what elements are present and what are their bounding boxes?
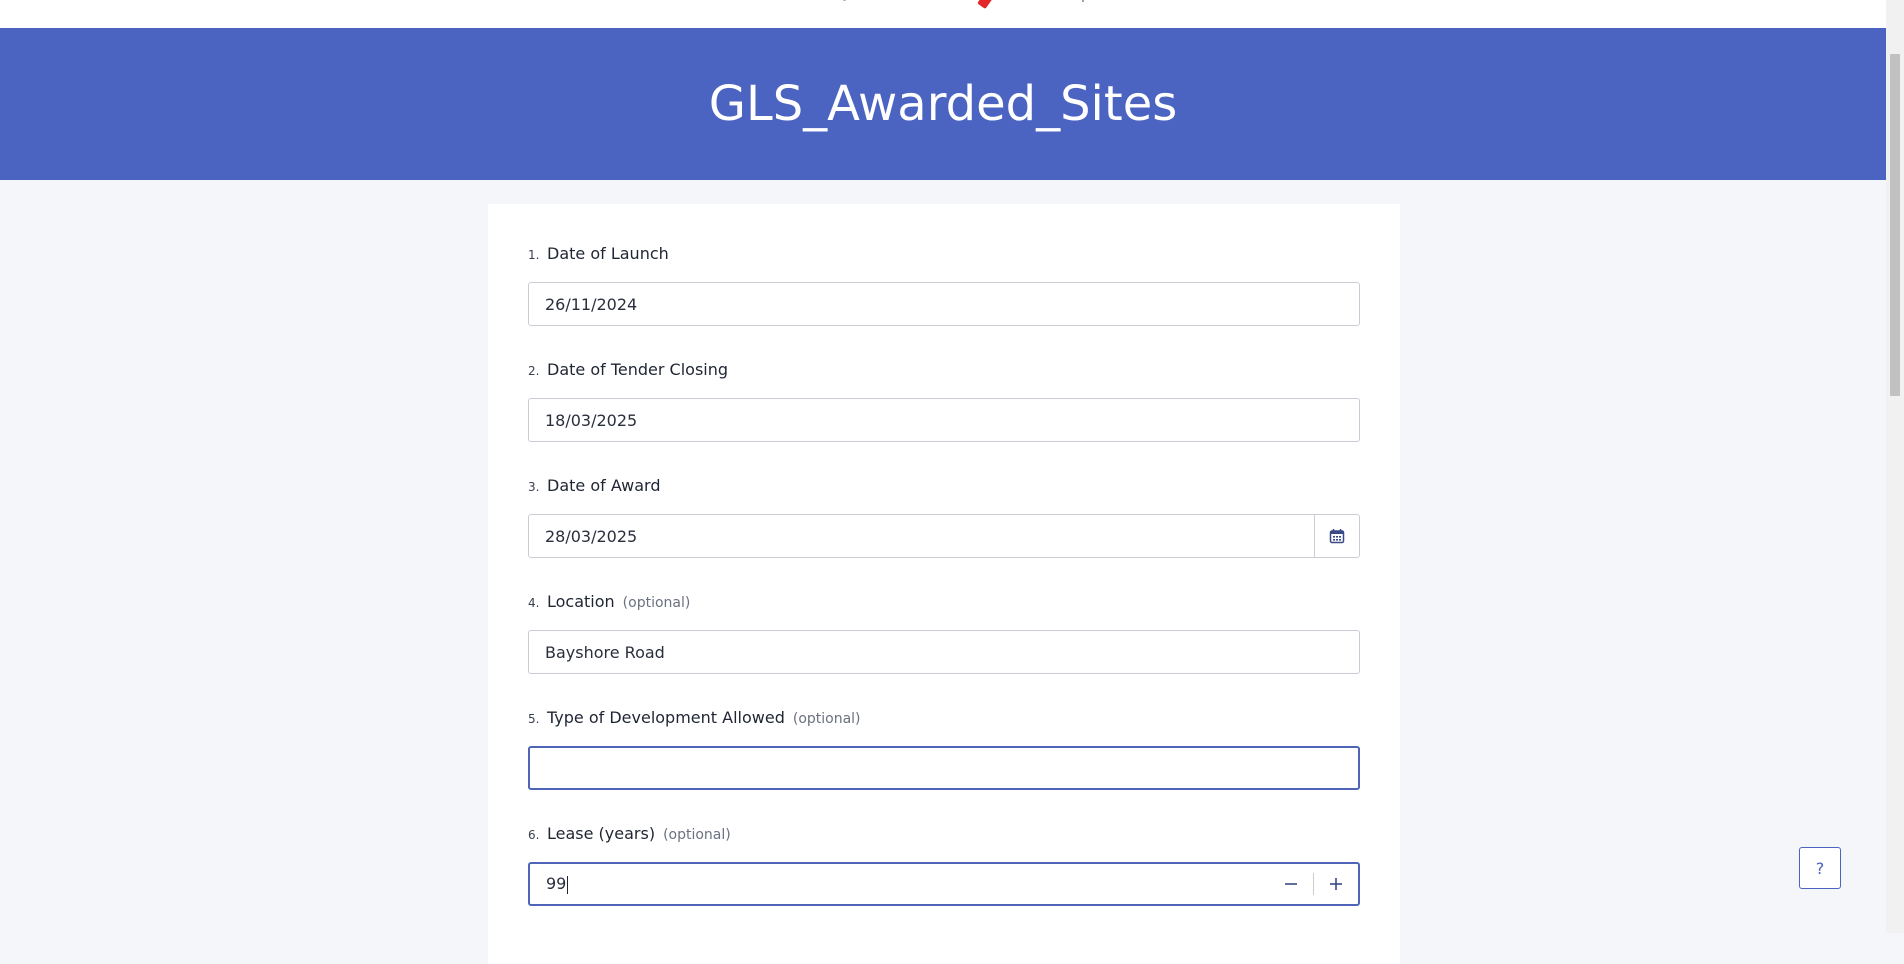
question-location: 4. Location (optional) Bayshore Road — [528, 592, 1360, 674]
question-title: Date of Award — [547, 476, 661, 495]
optional-tag: (optional) — [792, 711, 861, 727]
question-number: 1. — [528, 248, 540, 262]
question-title: Lease (years) — [547, 824, 656, 843]
question-number: 4. — [528, 596, 540, 610]
form-header: GLS_Awarded_Sites — [0, 28, 1886, 180]
date-of-launch-input[interactable]: 26/11/2024 — [528, 282, 1360, 326]
location-input[interactable]: Bayshore Road — [528, 630, 1360, 674]
question-title: Date of Launch — [547, 244, 669, 263]
field-value: Bayshore Road — [545, 642, 665, 662]
type-of-development-input[interactable] — [528, 746, 1360, 790]
date-of-award-input[interactable]: 28/03/2025 — [528, 514, 1360, 558]
top-brand-bar — [0, 0, 1886, 28]
field-value: 28/03/2025 — [545, 526, 638, 546]
field-value-text: 99 — [546, 874, 567, 894]
form-title: GLS_Awarded_Sites — [708, 76, 1178, 132]
question-title: Date of Tender Closing — [547, 360, 729, 379]
question-label: 4. Location (optional) — [528, 592, 1360, 614]
page-scrollbar[interactable] — [1886, 0, 1904, 933]
question-title: Location — [547, 592, 615, 611]
lease-years-input[interactable]: 99 — [528, 862, 1360, 906]
increment-button[interactable] — [1314, 864, 1358, 904]
help-label: ? — [1815, 858, 1825, 878]
question-type-of-development: 5. Type of Development Allowed (optional… — [528, 708, 1360, 790]
date-of-tender-closing-input[interactable]: 18/03/2025 — [528, 398, 1360, 442]
question-label: 3. Date of Award — [528, 476, 1360, 498]
quantity-stepper — [1269, 864, 1358, 904]
calendar-button[interactable] — [1314, 515, 1359, 557]
question-title: Type of Development Allowed — [547, 708, 785, 727]
field-value: 99 — [530, 874, 1269, 894]
help-button[interactable]: ? — [1799, 847, 1841, 889]
question-lease-years: 6. Lease (years) (optional) 99 — [528, 824, 1360, 906]
question-number: 5. — [528, 712, 540, 726]
question-date-of-launch: 1. Date of Launch 26/11/2024 — [528, 244, 1360, 326]
question-date-of-award: 3. Date of Award 28/03/2025 — [528, 476, 1360, 558]
question-number: 3. — [528, 480, 540, 494]
decrement-button[interactable] — [1269, 864, 1313, 904]
question-label: 6. Lease (years) (optional) — [528, 824, 1360, 846]
form-card: 1. Date of Launch 26/11/2024 2. Date of … — [488, 204, 1400, 964]
optional-tag: (optional) — [622, 595, 691, 611]
question-number: 6. — [528, 828, 540, 842]
calendar-icon — [1329, 529, 1345, 544]
optional-tag: (optional) — [663, 827, 731, 843]
field-value: 26/11/2024 — [545, 294, 638, 314]
scrollbar-thumb[interactable] — [1890, 54, 1900, 396]
question-label: 2. Date of Tender Closing — [528, 360, 1360, 382]
plus-icon — [1330, 878, 1342, 890]
question-number: 2. — [528, 364, 540, 378]
field-value: 18/03/2025 — [545, 410, 638, 430]
question-label: 5. Type of Development Allowed (optional… — [528, 708, 1360, 730]
logo-fragment — [1082, 0, 1084, 2]
logo-icon — [977, 0, 997, 10]
question-date-of-tender-closing: 2. Date of Tender Closing 18/03/2025 — [528, 360, 1360, 442]
text-caret — [567, 875, 569, 894]
logo-fragment — [843, 0, 846, 1]
question-label: 1. Date of Launch — [528, 244, 1360, 266]
minus-icon — [1285, 883, 1297, 885]
